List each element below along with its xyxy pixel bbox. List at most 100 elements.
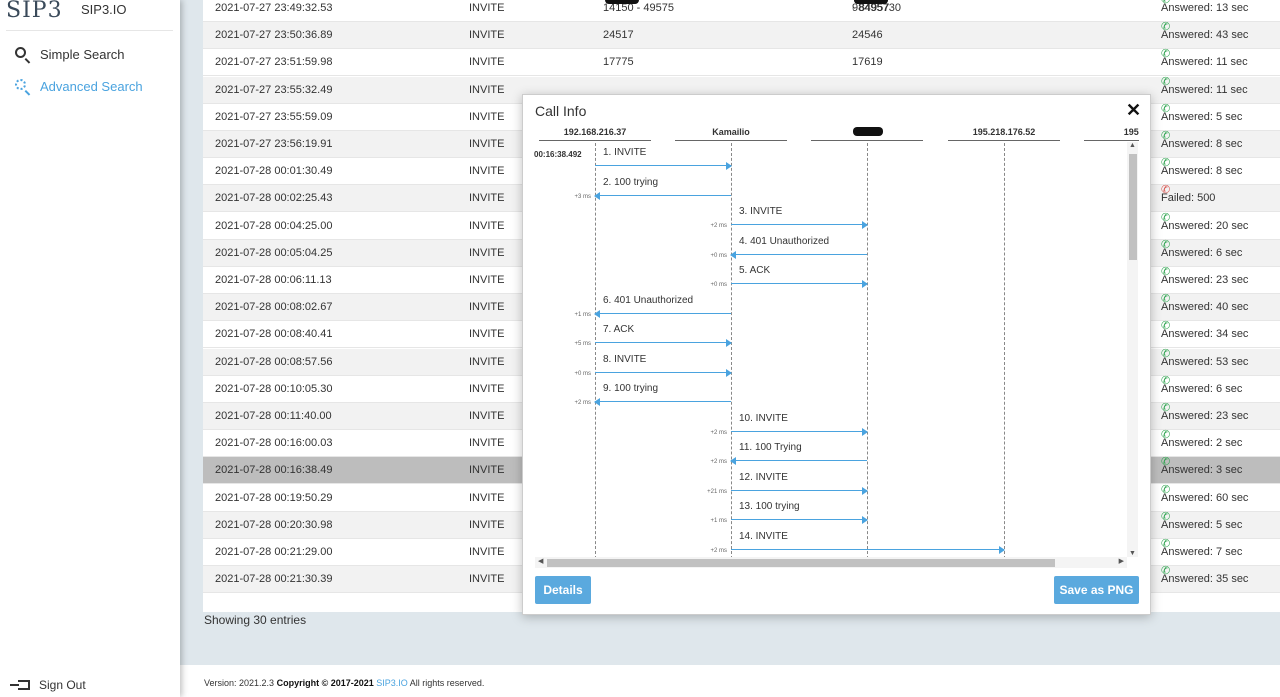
scroll-up-icon[interactable]: ▲ (1129, 142, 1136, 149)
modal-title: Call Info (535, 103, 587, 119)
scroll-left-icon[interactable]: ◀ (538, 557, 543, 565)
cell-method: INVITE (469, 546, 505, 558)
cell-time: 2021-07-28 00:11:40.00 (215, 410, 332, 422)
message-delay: +0 ms (710, 282, 727, 288)
rights: All rights reserved. (409, 678, 485, 688)
cell-method: INVITE (469, 437, 505, 450)
version: Version: 2021.2.3 (204, 678, 275, 688)
sip-message-label[interactable]: 7. ACK (603, 324, 634, 335)
advanced-search-icon (14, 78, 30, 94)
status-text: Answered: 53 sec (1161, 355, 1249, 368)
status-text: Answered: 23 sec (1161, 274, 1249, 286)
close-icon[interactable]: ✕ (1126, 100, 1141, 120)
cell-method: INVITE (469, 464, 505, 477)
cell-time: 2021-07-27 23:50:36.89 (215, 29, 333, 42)
sip-message-label[interactable]: 12. INVITE (739, 472, 788, 483)
status-text: Answered: 11 sec (1161, 56, 1248, 69)
message-delay: +2 ms (710, 223, 727, 229)
cell-method: INVITE (469, 573, 505, 586)
table-row[interactable]: 2021-07-27 23:49:32.53 INVITE 14150 - 4957… (203, 0, 1280, 22)
sip-message-label[interactable]: 6. 401 Unauthorized (603, 295, 693, 306)
sip-message-label[interactable]: 3. INVITE (739, 206, 782, 217)
sip-message-arrow[interactable] (731, 221, 868, 229)
from-text: 24517 (603, 29, 634, 42)
table-row[interactable]: 2021-07-27 23:51:59.98 INVITE 17775 17619 ✆ A… (203, 49, 1280, 77)
status-text: Answered: 7 sec (1161, 546, 1243, 558)
save-as-png-button[interactable]: Save as PNG (1054, 576, 1139, 604)
call-info-modal: Call Info ✕ 00:16:38.492 192.168.216.37 K… (522, 94, 1151, 615)
sip-message-arrow[interactable] (730, 457, 867, 465)
table-row[interactable]: 2021-07-27 23:50:36.89 INVITE 24517 24546 ✆ A… (203, 22, 1280, 50)
cell-time: 2021-07-27 23:49:32.53 (215, 2, 333, 14)
redaction-mark (854, 0, 888, 4)
sip-message-arrow[interactable] (731, 486, 868, 495)
cell-method: INVITE (469, 382, 505, 395)
cell-time: 2021-07-28 00:06:11.13 (215, 274, 332, 286)
sidebar-divider (6, 30, 173, 31)
nav-simple-search[interactable]: Simple Search (14, 46, 125, 62)
brand-name: SIP3.IO (81, 2, 127, 17)
sip-message-arrow[interactable] (594, 398, 731, 406)
status-text: Answered: 20 sec (1161, 219, 1249, 232)
sip-message-arrow[interactable] (731, 427, 868, 436)
status-text: Answered: 5 sec (1161, 518, 1243, 531)
sip-message-arrow[interactable] (731, 516, 868, 524)
participant-label (811, 127, 923, 141)
logo[interactable]: SIP3 (6, 0, 63, 23)
status-text: Answered: 13 sec (1161, 2, 1249, 14)
sip-message-arrow[interactable] (594, 191, 731, 200)
sip-message-label[interactable]: 14. INVITE (739, 531, 788, 542)
sip-message-arrow[interactable] (731, 545, 1005, 554)
sip-message-label[interactable]: 10. INVITE (739, 413, 788, 424)
sip-message-label[interactable]: 11. 100 Trying (739, 442, 802, 453)
vertical-scroll-thumb[interactable] (1129, 154, 1137, 260)
sip-message-label[interactable]: 5. ACK (739, 265, 770, 276)
sip-message-arrow[interactable] (595, 162, 732, 170)
cell-method: INVITE (469, 2, 505, 14)
sip-message-label[interactable]: 2. 100 trying (603, 177, 658, 188)
message-delay: +1 ms (710, 518, 727, 524)
cell-method: INVITE (469, 274, 505, 286)
sip-message-label[interactable]: 8. INVITE (603, 354, 646, 365)
message-delay: +0 ms (710, 252, 727, 259)
sip-message-label[interactable]: 9. 100 trying (603, 383, 658, 394)
details-button[interactable]: Details (535, 576, 591, 604)
diagram-timestamp: 00:16:38.492 (534, 150, 582, 159)
horizontal-scroll-thumb[interactable] (547, 559, 1055, 567)
sip-message-arrow[interactable] (595, 339, 732, 347)
sip-message-arrow[interactable] (731, 280, 868, 288)
sequence-diagram[interactable]: 00:16:38.492 192.168.216.37 Kamailio 195.2… (533, 123, 1139, 559)
nav-advanced-search[interactable]: Advanced Search (14, 78, 143, 94)
sign-out-label: Sign Out (39, 678, 86, 692)
message-delay: +2 ms (710, 429, 727, 436)
status-text: Answered: 23 sec (1161, 410, 1249, 422)
lifeline (731, 143, 732, 559)
status-text: Answered: 40 sec (1161, 301, 1249, 314)
redaction-mark (605, 0, 639, 4)
sip-message-arrow[interactable] (730, 250, 867, 259)
cell-method: INVITE (469, 56, 505, 69)
to-text: 24546 (852, 29, 883, 42)
cell-method: INVITE (469, 355, 505, 368)
horizontal-scrollbar[interactable]: ◀ ▶ (535, 557, 1127, 568)
status-text: Failed: 500 (1161, 192, 1216, 205)
status-text: Answered: 3 sec (1161, 464, 1243, 477)
cell-time: 2021-07-28 00:21:29.00 (215, 546, 333, 558)
sip-message-arrow[interactable] (595, 368, 732, 377)
sip-message-arrow[interactable] (594, 309, 731, 318)
company-link[interactable]: SIP3.IO (376, 678, 408, 688)
cell-time: 2021-07-27 23:56:19.91 (215, 138, 333, 150)
vertical-scrollbar[interactable]: ▲ ▼ (1127, 142, 1138, 557)
status-text: Answered: 6 sec (1161, 246, 1243, 259)
scroll-down-icon[interactable]: ▼ (1129, 550, 1136, 557)
cell-time: 2021-07-28 00:16:00.03 (215, 437, 333, 450)
nav-label: Advanced Search (40, 78, 143, 94)
cell-method: INVITE (469, 246, 505, 259)
participant-label: 192.168.216.37 (539, 127, 651, 141)
sip-message-label[interactable]: 4. 401 Unauthorized (739, 236, 829, 247)
scroll-right-icon[interactable]: ▶ (1119, 557, 1124, 565)
sign-out-button[interactable]: Sign Out (10, 678, 86, 692)
sip-message-label[interactable]: 1. INVITE (603, 147, 646, 158)
sip-message-label[interactable]: 13. 100 trying (739, 501, 800, 512)
cell-time: 2021-07-28 00:08:57.56 (215, 355, 333, 368)
